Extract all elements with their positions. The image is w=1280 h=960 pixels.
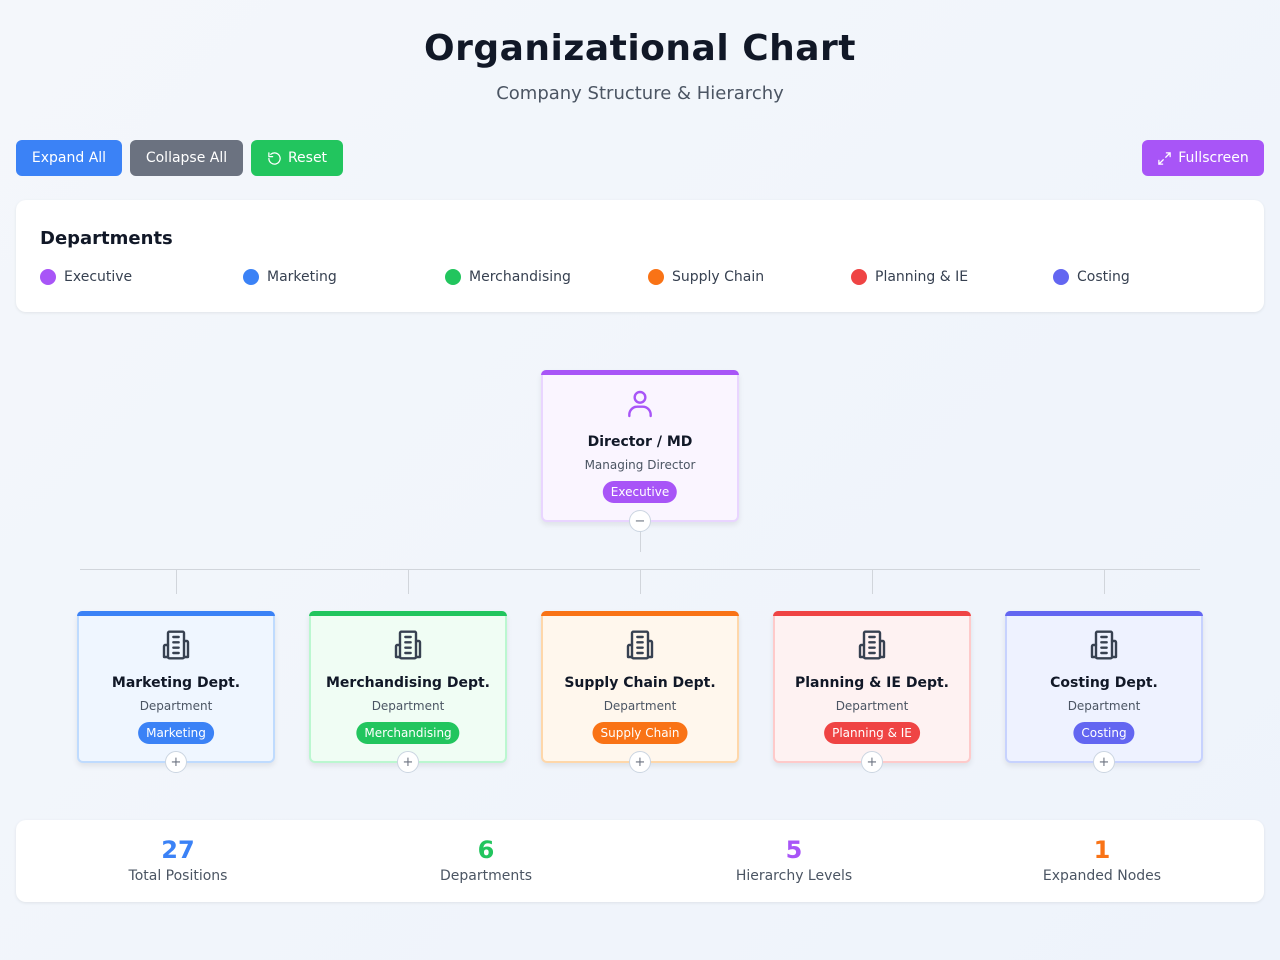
connector-line xyxy=(1104,570,1105,594)
building-icon xyxy=(858,630,886,660)
reset-button[interactable]: Reset xyxy=(251,140,343,176)
collapse-all-button[interactable]: Collapse All xyxy=(130,140,243,176)
node-role: Department xyxy=(1067,699,1141,713)
legend-label: Planning & IE xyxy=(875,269,969,285)
page-header: Organizational Chart Company Structure &… xyxy=(0,28,1280,104)
legend-item-executive: Executive xyxy=(40,269,132,285)
legend-label: Executive xyxy=(64,269,133,285)
stat-value: 1 xyxy=(1093,836,1111,864)
node-badge: Marketing xyxy=(138,722,214,744)
stat-label: Expanded Nodes xyxy=(1042,868,1162,884)
expand-toggle-button[interactable]: + xyxy=(165,751,187,773)
departments-legend: Departments Executive Marketing Merchand… xyxy=(16,200,1264,312)
stat-expanded-nodes: 1 Expanded Nodes xyxy=(946,836,1258,884)
legend-label: Merchandising xyxy=(469,269,571,285)
node-name: Merchandising Dept. xyxy=(326,675,490,691)
expand-toggle-button[interactable]: + xyxy=(1093,751,1115,773)
building-icon xyxy=(394,630,422,660)
collapse-all-label: Collapse All xyxy=(145,150,228,166)
node-director[interactable]: Director / MD Managing Director Executiv… xyxy=(541,370,739,532)
legend-label: Supply Chain xyxy=(672,269,765,285)
node-badge: Merchandising xyxy=(356,722,460,744)
legend-label: Costing xyxy=(1077,269,1130,285)
connector-line xyxy=(176,570,177,594)
node-role: Managing Director xyxy=(584,458,696,472)
legend-item-marketing: Marketing xyxy=(243,269,337,285)
building-icon xyxy=(626,630,654,660)
node-role: Department xyxy=(603,699,677,713)
legend-dot xyxy=(243,269,259,285)
maximize-icon xyxy=(1158,151,1171,165)
stat-label: Hierarchy Levels xyxy=(735,868,853,884)
stat-value: 27 xyxy=(161,836,195,864)
node-topbar xyxy=(773,611,971,616)
stats-panel: 27 Total Positions 6 Departments 5 Hiera… xyxy=(16,820,1264,902)
node-role: Department xyxy=(371,699,445,713)
node-planning-ie-dept[interactable]: Planning & IE Dept. Department Planning … xyxy=(773,611,971,773)
node-topbar xyxy=(77,611,275,616)
expand-all-label: Expand All xyxy=(31,150,107,166)
node-name: Marketing Dept. xyxy=(111,675,241,691)
page-subtitle: Company Structure & Hierarchy xyxy=(496,83,784,104)
legend-dot xyxy=(1053,269,1069,285)
stat-departments: 6 Departments xyxy=(330,836,642,884)
legend-item-supply-chain: Supply Chain xyxy=(648,269,764,285)
node-topbar xyxy=(541,370,739,375)
stat-label: Total Positions xyxy=(128,868,228,884)
connector-line xyxy=(640,570,641,594)
legend-item-planning-ie: Planning & IE xyxy=(851,269,968,285)
node-badge: Costing xyxy=(1073,722,1135,744)
node-badge: Executive xyxy=(602,481,678,503)
node-badge: Planning & IE xyxy=(824,722,920,744)
legend-item-costing: Costing xyxy=(1053,269,1130,285)
fullscreen-label: Fullscreen xyxy=(1178,150,1249,166)
node-name: Planning & IE Dept. xyxy=(795,675,949,691)
rotate-ccw-icon xyxy=(268,151,281,165)
node-name: Director / MD xyxy=(587,434,693,450)
node-marketing-dept[interactable]: Marketing Dept. Department Marketing + xyxy=(77,611,275,773)
building-icon xyxy=(162,630,190,660)
building-icon xyxy=(1090,630,1118,660)
stat-label: Departments xyxy=(439,868,532,884)
toolbar: Expand All Collapse All Reset Fullscreen xyxy=(16,140,1264,176)
node-role: Department xyxy=(139,699,213,713)
expand-all-button[interactable]: Expand All xyxy=(16,140,122,176)
node-topbar xyxy=(1005,611,1203,616)
node-badge: Supply Chain xyxy=(592,722,688,744)
collapse-toggle-button[interactable]: − xyxy=(629,510,651,532)
expand-toggle-button[interactable]: + xyxy=(629,751,651,773)
page-title: Organizational Chart xyxy=(423,28,856,69)
legend-dot xyxy=(648,269,664,285)
node-name: Costing Dept. xyxy=(1050,675,1158,691)
stat-value: 5 xyxy=(785,836,803,864)
node-role: Department xyxy=(835,699,909,713)
legend-label: Marketing xyxy=(267,269,337,285)
node-topbar xyxy=(309,611,507,616)
node-merchandising-dept[interactable]: Merchandising Dept. Department Merchandi… xyxy=(309,611,507,773)
node-costing-dept[interactable]: Costing Dept. Department Costing + xyxy=(1005,611,1203,773)
legend-dot xyxy=(445,269,461,285)
connector-line xyxy=(408,570,409,594)
reset-label: Reset xyxy=(287,150,328,166)
fullscreen-button[interactable]: Fullscreen xyxy=(1142,140,1264,176)
legend-title: Departments xyxy=(40,228,173,249)
stat-value: 6 xyxy=(477,836,495,864)
node-name: Supply Chain Dept. xyxy=(564,675,716,691)
node-topbar xyxy=(541,611,739,616)
legend-dot xyxy=(40,269,56,285)
legend-dot xyxy=(851,269,867,285)
expand-toggle-button[interactable]: + xyxy=(397,751,419,773)
node-supply-chain-dept[interactable]: Supply Chain Dept. Department Supply Cha… xyxy=(541,611,739,773)
legend-item-merchandising: Merchandising xyxy=(445,269,571,285)
stat-total-positions: 27 Total Positions xyxy=(22,836,334,884)
user-icon xyxy=(628,390,652,418)
org-chart: Director / MD Managing Director Executiv… xyxy=(0,330,1280,800)
stat-hierarchy-levels: 5 Hierarchy Levels xyxy=(638,836,950,884)
expand-toggle-button[interactable]: + xyxy=(861,751,883,773)
connector-line xyxy=(872,570,873,594)
